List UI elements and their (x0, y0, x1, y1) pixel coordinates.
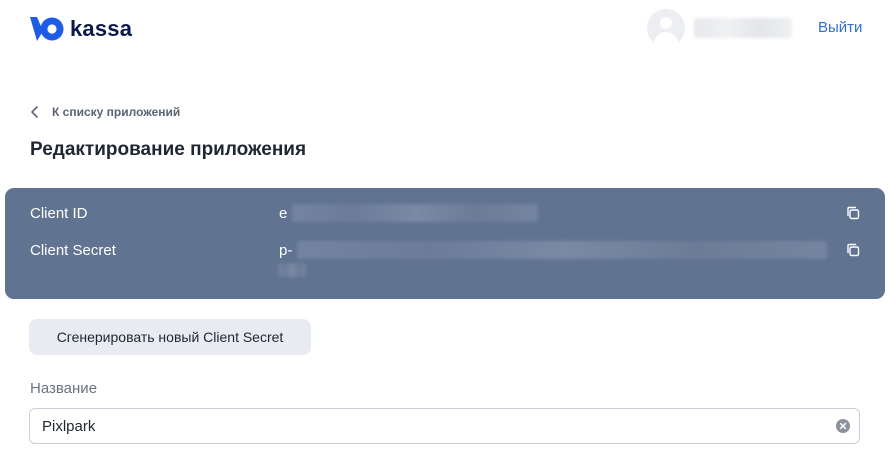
client-secret-value[interactable]: p- (279, 242, 292, 259)
credentials-panel: Client ID e Client Secret p- (5, 188, 885, 299)
client-secret-label: Client Secret (30, 242, 116, 259)
regenerate-secret-button[interactable]: Сгенерировать новый Client Secret (29, 319, 311, 355)
avatar-body (654, 32, 678, 47)
client-secret-redacted-line1 (297, 241, 827, 259)
yookassa-logo-icon (30, 17, 64, 41)
client-id-label: Client ID (30, 205, 88, 222)
client-id-value[interactable]: e (279, 205, 287, 222)
breadcrumb-label: К списку приложений (52, 105, 181, 119)
copy-icon[interactable] (845, 205, 861, 221)
brand-name: kassa (70, 16, 133, 41)
client-id-redacted (292, 204, 538, 222)
breadcrumb[interactable]: К списку приложений (30, 105, 180, 119)
page-title: Редактирование приложения (30, 139, 307, 160)
username-redacted (694, 18, 792, 38)
copy-icon[interactable] (845, 242, 861, 258)
name-field-label: Название (30, 380, 98, 397)
yookassa-logo[interactable]: kassa (28, 13, 132, 45)
avatar-head (660, 17, 672, 29)
chevron-left-icon (31, 106, 38, 118)
app-edit-page: kassa Выйти К списку приложений Редактир… (0, 0, 893, 455)
logout-link[interactable]: Выйти (818, 19, 862, 36)
user-avatar-icon[interactable] (647, 9, 685, 47)
client-secret-redacted-line2 (278, 263, 306, 277)
clear-icon[interactable] (836, 419, 850, 433)
name-field[interactable] (29, 408, 860, 444)
name-input[interactable] (42, 409, 822, 443)
